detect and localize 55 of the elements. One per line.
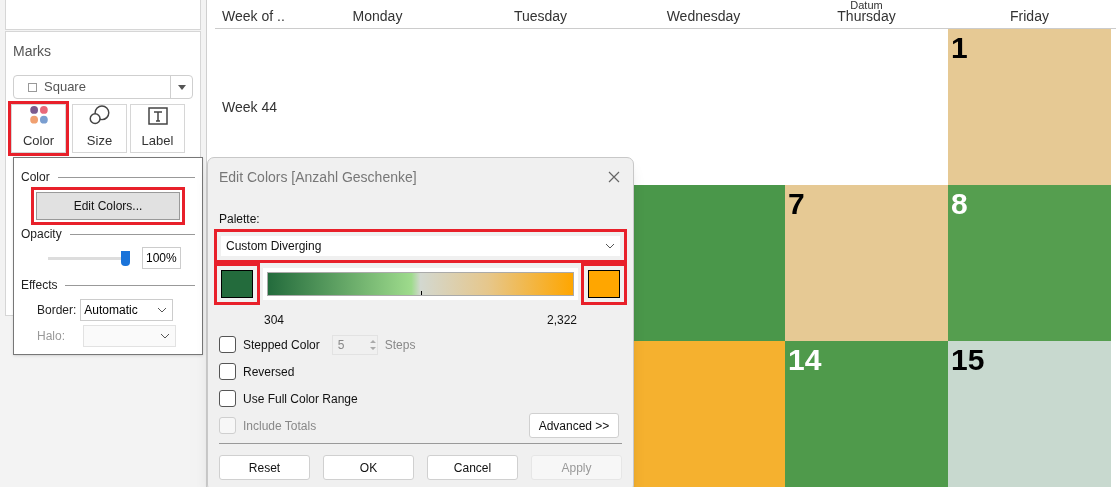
halo-label: Halo: [37,328,65,345]
day-number: 14 [788,343,822,376]
opacity-field[interactable]: 100% [142,247,181,269]
chevron-down-icon [605,243,615,249]
palette-label: Palette: [219,211,261,228]
range-max-value: 2,322 [546,312,577,329]
section-heading: Opacity [21,226,62,243]
column-header: Monday [352,7,403,26]
mark-property-button[interactable]: Label [130,104,185,153]
checkbox-label: Reversed [243,363,295,381]
range-min-value: 304 [264,312,285,329]
border-dropdown[interactable]: Automatic [80,299,174,321]
dialog-button[interactable]: Reset [219,455,310,480]
mark-property-button[interactable]: Size [72,104,127,153]
advanced-button[interactable]: Advanced >> [529,413,619,438]
checkbox-label: Stepped Color [243,336,320,354]
dialog-button[interactable]: Cancel [427,455,518,480]
close-icon[interactable] [608,171,620,183]
edit-colors-button[interactable]: Edit Colors... [36,192,180,220]
checkbox-label: Include Totals [243,417,317,435]
border-label: Border: [37,302,77,319]
column-header: Wednesday [666,7,741,26]
checkbox[interactable] [219,336,236,353]
checkbox[interactable] [219,390,236,407]
column-header: Friday [1010,7,1049,26]
text-box-icon [147,106,168,125]
chevron-down-icon [157,307,168,313]
mark-type-dropdown[interactable]: Square [13,75,193,99]
marks-title: Marks [13,42,53,61]
opacity-slider-thumb[interactable] [121,250,130,266]
day-number: 15 [951,343,985,376]
day-number: 8 [951,187,968,220]
section-heading: Effects [21,277,58,294]
checkbox[interactable] [219,363,236,380]
column-header: Week of .. [222,7,285,26]
spinner-arrows-icon [368,337,377,352]
column-group-header: Datum [850,0,883,11]
mark-type-label: Square [44,78,87,97]
day-number: 1 [951,31,968,64]
square-icon [28,82,37,92]
row-header: Week 44 [222,97,277,117]
steps-label: Steps [384,336,416,354]
dialog-title: Edit Colors [Anzahl Geschenke] [219,167,417,187]
color-swatch[interactable] [221,270,253,298]
dialog-button[interactable]: OK [323,455,414,480]
color-dots-icon [28,105,49,125]
checkbox-label: Use Full Color Range [243,390,358,408]
chevron-down-icon [160,333,170,339]
mark-property-button[interactable]: Color [11,104,66,153]
column-header: Tuesday [513,7,568,26]
section-heading: Color [21,169,50,186]
circles-icon [88,105,111,125]
color-swatch[interactable] [588,270,620,298]
day-number: 7 [788,187,805,220]
palette-dropdown[interactable]: Custom Diverging [221,236,620,256]
